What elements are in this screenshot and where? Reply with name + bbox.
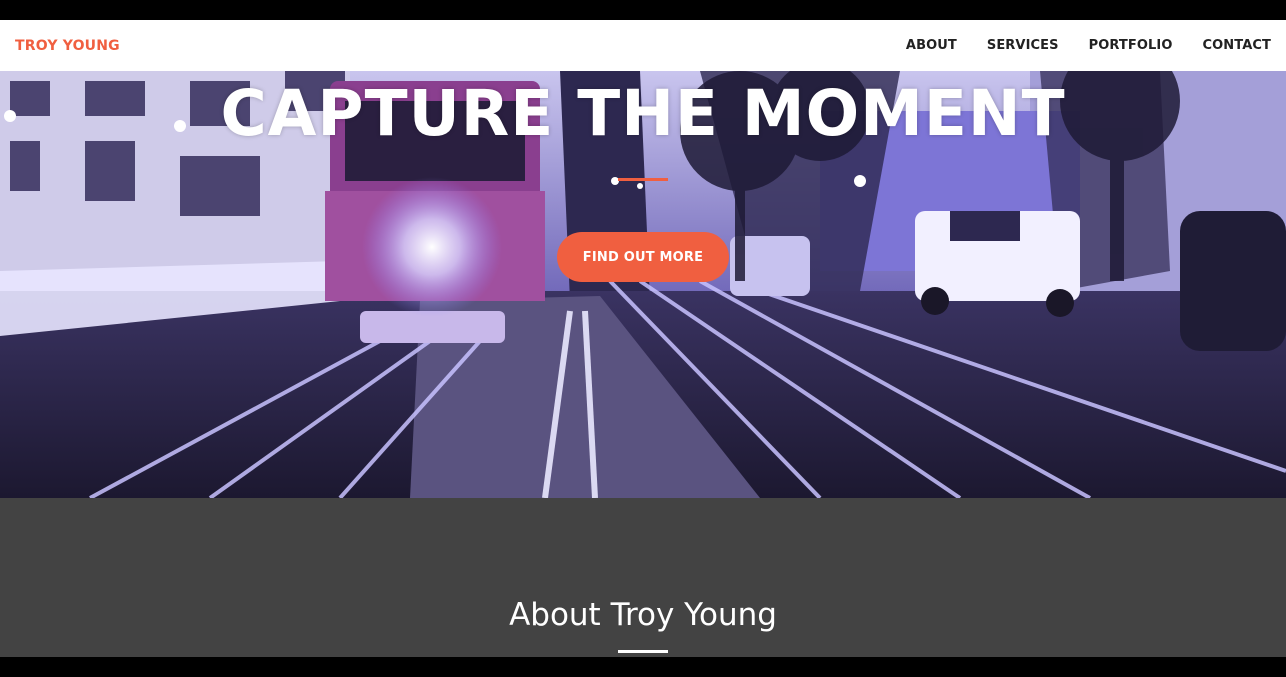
hero-divider	[618, 178, 668, 181]
nav-links: ABOUT SERVICES PORTFOLIO CONTACT	[876, 38, 1271, 53]
navbar: TROY YOUNG ABOUT SERVICES PORTFOLIO CONT…	[0, 20, 1286, 71]
find-out-more-button[interactable]: FIND OUT MORE	[557, 232, 729, 282]
hero-section: CAPTURE THE MOMENT FIND OUT MORE	[0, 71, 1286, 498]
nav-link-about[interactable]: ABOUT	[906, 38, 957, 53]
about-heading: About Troy Young	[509, 597, 777, 633]
nav-link-services[interactable]: SERVICES	[987, 38, 1059, 53]
brand-link[interactable]: TROY YOUNG	[15, 38, 120, 54]
about-section: About Troy Young	[0, 498, 1286, 657]
nav-link-contact[interactable]: CONTACT	[1203, 38, 1272, 53]
hero-title: CAPTURE THE MOMENT	[220, 77, 1066, 150]
nav-link-portfolio[interactable]: PORTFOLIO	[1089, 38, 1173, 53]
bottom-letterbox	[0, 657, 1286, 677]
about-divider	[618, 650, 668, 653]
top-letterbox	[0, 0, 1286, 20]
